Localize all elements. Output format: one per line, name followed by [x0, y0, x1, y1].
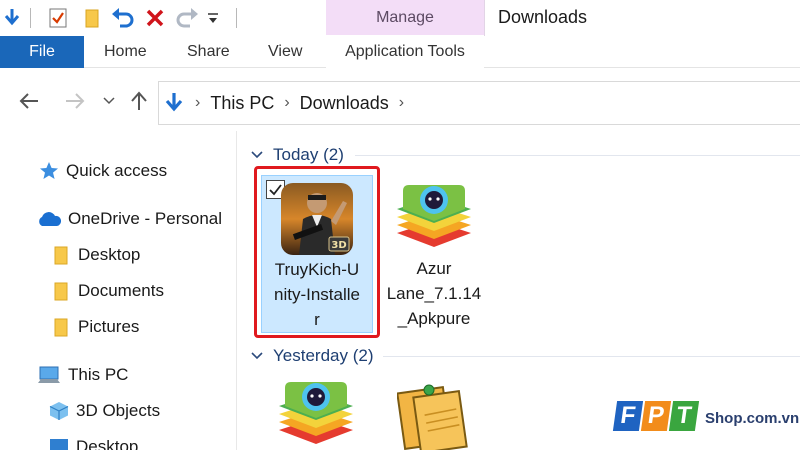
group-divider — [355, 155, 800, 156]
sidebar-item-documents[interactable]: Documents — [50, 276, 164, 306]
group-divider — [383, 356, 800, 357]
forward-arrow-icon[interactable] — [62, 87, 88, 115]
sidebar-item-label: Desktop — [76, 437, 139, 450]
address-bar[interactable]: › This PC › Downloads › — [158, 81, 800, 125]
fpt-logo: F P T — [612, 401, 700, 431]
breadcrumb-chevron-icon[interactable]: › — [195, 94, 200, 112]
desktop-icon — [48, 436, 70, 450]
tab-view[interactable]: View — [268, 36, 302, 68]
group-label: Today (2) — [273, 145, 344, 164]
highlight-frame — [254, 166, 380, 338]
fpt-logo-letter-t: T — [668, 401, 700, 431]
tab-file[interactable]: File — [0, 36, 84, 68]
back-arrow-icon[interactable] — [16, 87, 42, 115]
group-header-yesterday[interactable]: Yesterday (2) — [251, 343, 373, 369]
file-list: Today (2) 3D TruyKich-U nity-Installe r … — [237, 131, 800, 450]
sidebar-item-pictures[interactable]: Pictures — [50, 312, 139, 342]
up-arrow-icon[interactable] — [128, 87, 150, 115]
fpt-logo-letter-f: F — [612, 401, 644, 431]
toolbar-divider — [236, 8, 237, 28]
group-label: Yesterday (2) — [273, 346, 374, 365]
cube-icon — [48, 400, 70, 422]
sidebar-item-label: Documents — [78, 281, 164, 300]
download-arrow-icon[interactable] — [2, 6, 22, 30]
fpt-logo-letter-p: P — [640, 401, 672, 431]
sidebar-item-3d-objects[interactable]: 3D Objects — [48, 396, 160, 426]
computer-icon — [36, 364, 62, 386]
sidebar-item-label: Pictures — [78, 317, 140, 336]
sidebar-item-label: This PC — [68, 365, 129, 384]
file-name: Azur Lane_7.1.14 _Apkpure — [379, 256, 489, 331]
downloads-location-icon — [165, 92, 185, 114]
sidebar-item-desktop-pc[interactable]: Desktop — [48, 432, 138, 450]
collapse-chevron-icon[interactable] — [251, 352, 263, 360]
redo-icon[interactable] — [174, 6, 200, 30]
sidebar-item-quick-access[interactable]: Quick access — [38, 156, 167, 186]
tab-share[interactable]: Share — [187, 36, 230, 68]
folder-icon — [50, 280, 72, 302]
navigation-pane: Quick access OneDrive - Personal Desktop… — [0, 131, 236, 450]
delete-icon[interactable] — [142, 6, 168, 30]
navigation-bar: › This PC › Downloads › — [0, 69, 800, 131]
breadcrumb-chevron-icon[interactable]: › — [399, 94, 404, 112]
ribbon-tab-row: File Home Share View Application Tools — [0, 36, 800, 68]
sidebar-item-label: Quick access — [66, 161, 168, 180]
sidebar-item-desktop[interactable]: Desktop — [50, 240, 140, 270]
file-name-line: Azur — [416, 259, 452, 278]
star-icon — [38, 160, 60, 182]
cloud-icon — [36, 208, 62, 230]
recent-locations-chevron-icon[interactable] — [100, 87, 118, 115]
collapse-chevron-icon[interactable] — [251, 151, 263, 159]
breadcrumb-this-pc[interactable]: This PC — [210, 93, 274, 114]
breadcrumb-chevron-icon[interactable]: › — [284, 94, 289, 112]
toolbar-divider — [30, 8, 31, 28]
contextual-tab-header: Manage — [326, 0, 484, 35]
group-header-today[interactable]: Today (2) — [251, 142, 344, 168]
sidebar-item-label: Desktop — [78, 245, 141, 264]
folder-icon — [50, 316, 72, 338]
sticky-notes-icon — [396, 380, 469, 450]
breadcrumb-downloads[interactable]: Downloads — [300, 93, 389, 114]
sidebar-item-label: 3D Objects — [76, 401, 161, 420]
bluestacks-icon — [277, 378, 355, 448]
sidebar-item-onedrive[interactable]: OneDrive - Personal — [36, 204, 222, 234]
file-name-line: _Apkpure — [397, 309, 471, 328]
shop-domain-label: Shop.com.vn — [705, 410, 800, 427]
sidebar-item-label: OneDrive - Personal — [68, 209, 223, 228]
properties-icon[interactable] — [46, 6, 70, 30]
quick-access-toolbar — [0, 0, 326, 36]
folder-icon — [50, 244, 72, 266]
sidebar-item-this-pc[interactable]: This PC — [36, 360, 128, 390]
file-tile-bluestacks[interactable] — [261, 376, 373, 450]
fpt-shop-watermark: F P T Shop.com.vn — [612, 385, 800, 431]
file-name-line: Lane_7.1.14 — [386, 284, 482, 303]
tab-application-tools[interactable]: Application Tools — [326, 36, 484, 68]
bluestacks-icon — [395, 181, 473, 251]
window-title: Downloads — [498, 7, 588, 27]
customize-toolbar-chevron-icon[interactable] — [204, 6, 222, 30]
file-tile-azur-lane[interactable]: Azur Lane_7.1.14 _Apkpure — [379, 175, 489, 333]
undo-icon[interactable] — [110, 6, 136, 30]
tab-home[interactable]: Home — [104, 36, 147, 68]
file-tile-sticky-notes[interactable] — [387, 376, 479, 450]
new-folder-icon[interactable] — [80, 6, 104, 30]
